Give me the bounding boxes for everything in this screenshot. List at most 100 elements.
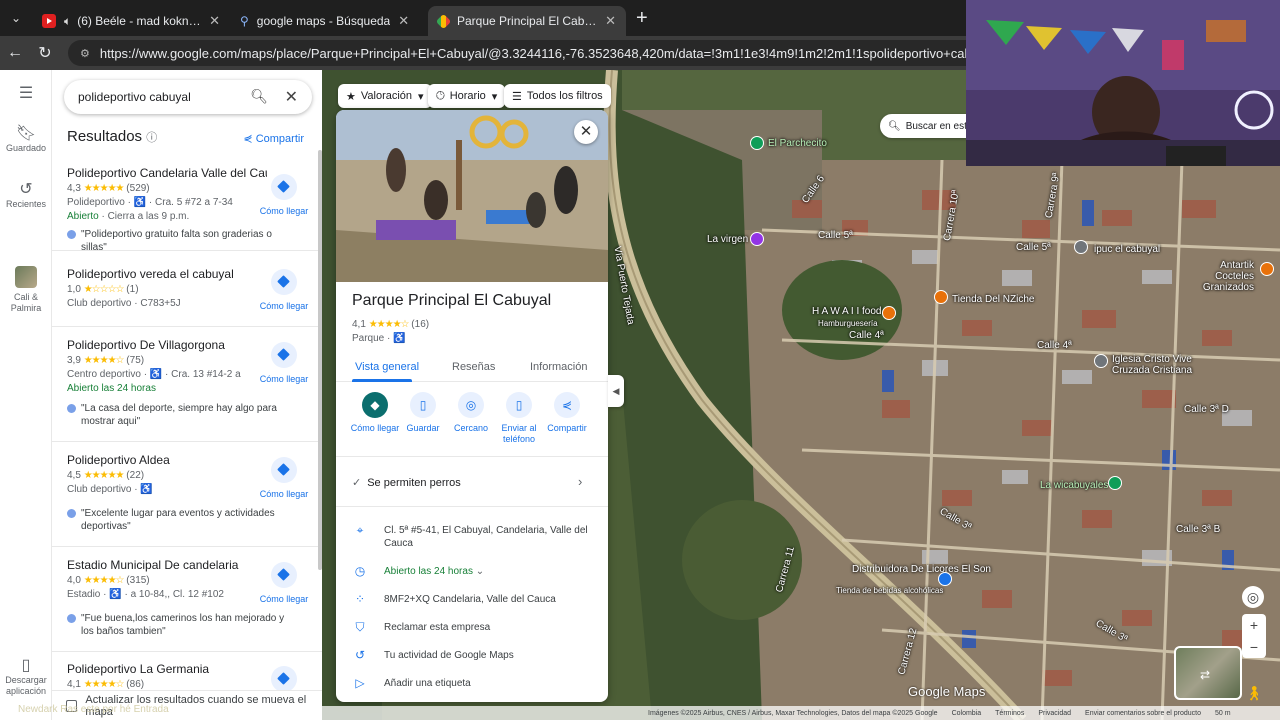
rating-value: 4,1 — [67, 679, 81, 690]
result-name[interactable]: Polideportivo Aldea — [67, 453, 267, 467]
result-item[interactable]: Polideportivo Aldea 4,5 ★★★★★ (22) Club … — [52, 453, 322, 547]
result-name[interactable]: Polideportivo Candelaria Valle del Cauca — [67, 166, 267, 180]
church-pin-icon[interactable] — [1094, 354, 1108, 368]
result-name[interactable]: Polideportivo La Germania — [67, 662, 267, 676]
search-icon[interactable]: 🔍︎ — [250, 88, 268, 105]
tab-reviews[interactable]: Reseñas — [452, 361, 495, 373]
place-card: ✕ Parque Principal El Cabuyal 4,1 ★★★★☆ … — [336, 110, 608, 702]
my-location-icon[interactable]: ◎ — [1242, 586, 1264, 608]
open-status: Abierto las 24 horas — [67, 383, 156, 394]
directions-button[interactable]: Cómo llegar — [254, 174, 314, 216]
tab-youtube[interactable]: 🔈︎ (6) Beéle - mad koknut (Perfor ✕ — [32, 6, 230, 36]
close-tab-icon[interactable]: ✕ — [605, 13, 616, 29]
tab-google-maps[interactable]: Parque Principal El Cabuyal - Goo ✕ — [428, 6, 626, 36]
result-item[interactable]: Polideportivo Candelaria Valle del Cauca… — [52, 166, 322, 253]
clear-icon[interactable]: ✕ — [285, 87, 298, 107]
directions-button[interactable]: Cómo llegar — [254, 457, 314, 499]
result-name[interactable]: Polideportivo vereda el cabuyal — [67, 267, 267, 281]
hours-filter-chip[interactable]: 🕑︎ Horario ▾ — [428, 84, 506, 108]
share-button[interactable]: ⋞ Compartir — [539, 392, 595, 434]
result-item[interactable]: Polideportivo De Villagorgona 3,9 ★★★★☆ … — [52, 338, 322, 442]
map-label-virgen[interactable]: La virgen — [707, 234, 748, 245]
share-label: Compartir — [255, 133, 304, 145]
directions-label: Cómo llegar — [259, 374, 309, 384]
rating-filter-chip[interactable]: ★ Valoración ▾ — [338, 84, 432, 108]
speaker-icon[interactable]: 🔈︎ — [64, 14, 71, 29]
reload-icon[interactable]: ↻ — [30, 43, 60, 63]
result-name[interactable]: Polideportivo De Villagorgona — [67, 338, 267, 352]
park-pin-icon[interactable] — [1108, 476, 1122, 490]
close-card-button[interactable]: ✕ — [574, 120, 598, 144]
site-info-icon[interactable]: ⚙ — [80, 47, 90, 60]
tab-google-search[interactable]: ⚲ google maps - Búsqueda ✕ — [230, 6, 428, 36]
shop-pin-icon[interactable] — [934, 290, 948, 304]
result-item[interactable]: Polideportivo vereda el cabuyal 1,0 ★☆☆☆… — [52, 267, 322, 327]
review-count[interactable]: (16) — [411, 319, 429, 330]
all-filters-chip[interactable]: ☰ Todos los filtros — [504, 84, 611, 108]
collapse-panel-button[interactable]: ◀ — [608, 375, 624, 407]
history-icon: ↺ — [354, 648, 366, 662]
directions-button[interactable]: Cómo llegar — [254, 562, 314, 604]
map-label-nziche[interactable]: Tienda Del NZiche — [952, 294, 1034, 305]
map-label-wicabuyales[interactable]: La wicabuyales — [1040, 480, 1108, 491]
claim-text: Reclamar esta empresa — [384, 622, 491, 633]
zoom-in-button[interactable]: + — [1242, 614, 1266, 636]
new-tab-button[interactable]: + — [636, 7, 648, 30]
tab-search-chevron-icon[interactable]: ⌄ — [0, 0, 32, 36]
tab-overview[interactable]: Vista general — [355, 361, 419, 373]
layers-minimap[interactable]: ⇄ — [1174, 646, 1242, 700]
map-label-antartik[interactable]: Antartik Cocteles Granizados — [1194, 260, 1254, 293]
place-photo[interactable]: ✕ — [336, 110, 608, 282]
menu-button[interactable]: ☰ — [0, 86, 52, 103]
address-row[interactable]: ⌖ Cl. 5ª #5-41, El Cabuyal, Candelaria, V… — [352, 524, 592, 550]
back-arrow-icon[interactable]: ← — [0, 44, 30, 62]
rating-stars: ★★★★☆ — [368, 319, 410, 330]
result-name[interactable]: Estadio Municipal De candelaria — [67, 558, 267, 572]
directions-button[interactable]: Cómo llegar — [254, 269, 314, 311]
terms-link[interactable]: Términos — [995, 710, 1024, 717]
recent-place-button[interactable]: Cali & Palmira — [0, 266, 52, 314]
zoom-out-button[interactable]: − — [1242, 636, 1266, 658]
maps-activity-row[interactable]: ↺ Tu actividad de Google Maps — [352, 649, 592, 662]
download-app-button[interactable]: ▯ Descargar aplicación — [0, 658, 52, 697]
rating-value: 1,0 — [67, 284, 81, 295]
result-item[interactable]: Estadio Municipal De candelaria 4,0 ★★★★… — [52, 558, 322, 652]
plus-code-row[interactable]: ⁘ 8MF2+XQ Candelaria, Valle del Cauca — [352, 593, 592, 606]
nearby-icon: ◎ — [458, 392, 484, 418]
feedback-link[interactable]: Enviar comentarios sobre el producto — [1085, 710, 1201, 717]
shield-icon: ⛉ — [355, 620, 365, 634]
hours-row[interactable]: ◷ Abierto las 24 horas ⌄ — [352, 565, 592, 578]
store-pin-icon[interactable] — [938, 572, 952, 586]
map-label-street: Calle 3ª D — [1184, 404, 1229, 415]
tab-about[interactable]: Información — [530, 361, 587, 373]
region-link[interactable]: Colombia — [952, 710, 982, 717]
pets-allowed-row[interactable]: ✓ Se permiten perros › — [352, 474, 582, 489]
close-tab-icon[interactable]: ✕ — [209, 13, 220, 29]
clock-icon: 🕑︎ — [436, 89, 445, 102]
park-pin-icon[interactable] — [750, 136, 764, 150]
place-type[interactable]: Parque · ♿ — [352, 333, 406, 344]
map-label-ipuc[interactable]: ipuc el cabuyal — [1094, 244, 1160, 255]
saved-button[interactable]: 🔖︎ Guardado — [0, 126, 52, 154]
check-icon: ✓ — [352, 477, 362, 489]
map-label-hawaii[interactable]: H A W A I I food — [812, 306, 881, 317]
church-pin-icon[interactable] — [1074, 240, 1088, 254]
directions-button[interactable]: Cómo llegar — [254, 342, 314, 384]
food-pin-icon[interactable] — [882, 306, 896, 320]
add-label-row[interactable]: ▷ Añadir una etiqueta — [352, 677, 592, 690]
recent-button[interactable]: ↺ Recientes — [0, 182, 52, 210]
share-results-button[interactable]: ⋞ Compartir — [243, 132, 304, 145]
info-icon[interactable]: ⓘ — [146, 132, 157, 144]
food-pin-icon[interactable] — [1260, 262, 1274, 276]
church-pin-icon[interactable] — [750, 232, 764, 246]
search-input[interactable]: polideportivo cabuyal 🔍︎ ✕ — [64, 80, 312, 114]
map-label-parchecito[interactable]: El Parchecito — [768, 138, 827, 149]
map-label-iglesia[interactable]: Iglesia Cristo Vive Cruzada Cristiana — [1112, 354, 1212, 376]
privacy-link[interactable]: Privacidad — [1038, 710, 1071, 717]
close-tab-icon[interactable]: ✕ — [398, 13, 409, 29]
claim-business-row[interactable]: ⛉ Reclamar esta empresa — [352, 621, 592, 634]
address-text: Cl. 5ª #5-41, El Cabuyal, Candelaria, Va… — [384, 525, 588, 549]
pegman-icon[interactable]: 🚶︎ — [1242, 682, 1266, 704]
scale-bar[interactable]: 50 m — [1215, 710, 1231, 717]
map-label-distribuidora[interactable]: Distribuidora De Licores El Son — [852, 564, 991, 575]
